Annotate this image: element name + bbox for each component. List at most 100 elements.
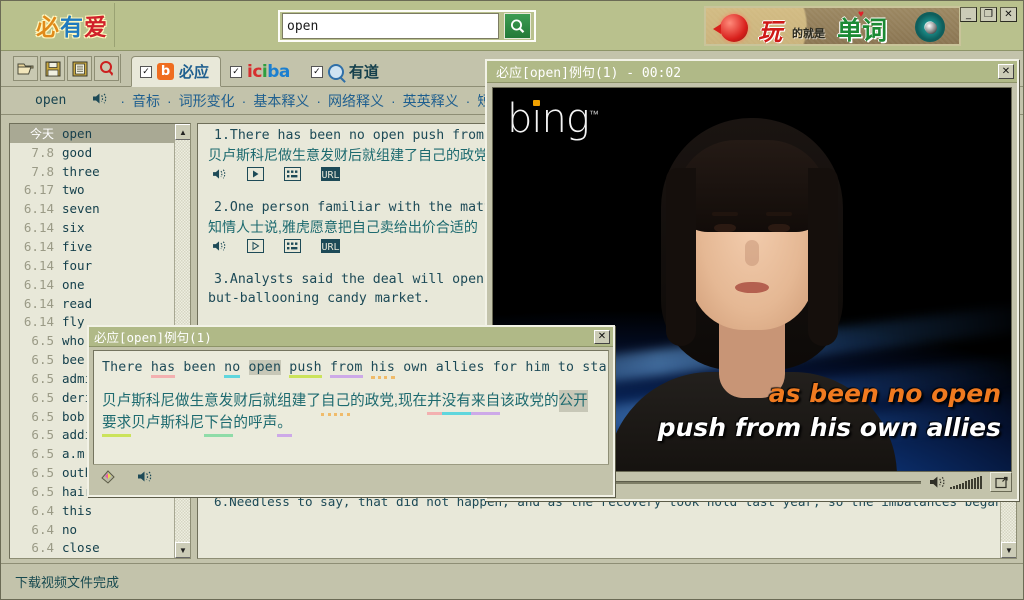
close-button[interactable]: ✕ <box>1000 7 1017 22</box>
minimize-button[interactable]: _ <box>960 7 977 22</box>
url-icon[interactable]: URL <box>321 166 340 186</box>
tab-bing[interactable]: ✓ b 必应 <box>131 56 222 87</box>
popup-token[interactable]: has <box>150 360 176 378</box>
history-list-item[interactable]: 6.4 this <box>10 501 176 520</box>
paint-icon[interactable] <box>99 467 119 490</box>
popup-token[interactable]: own <box>403 360 427 375</box>
popup-token[interactable]: 。 <box>277 412 292 437</box>
history-list-item[interactable]: 6.4 close <box>10 539 176 558</box>
fullscreen-button[interactable] <box>990 472 1012 492</box>
tab-iciba-checkbox[interactable]: ✓ <box>230 65 243 78</box>
keyboard-icon[interactable] <box>284 166 301 186</box>
popup-close-button[interactable]: ✕ <box>594 329 610 344</box>
popup-token[interactable]: him <box>525 360 549 375</box>
popup-token[interactable]: 的政党,现在 <box>350 390 427 412</box>
history-list-item[interactable]: 今天 open <box>10 124 176 143</box>
application-window: 必有爱 玩 的就是 ♥ 单词 _ ❐ <box>0 0 1024 600</box>
popup-token[interactable]: There <box>102 360 143 375</box>
volume-control[interactable] <box>929 475 982 489</box>
presenter-eye-right <box>768 224 790 232</box>
nav-link-basic-meaning[interactable]: 基本释义 <box>252 91 310 111</box>
nav-link-web-meaning[interactable]: 网络释义 <box>327 91 385 111</box>
popup-token[interactable]: no <box>224 360 241 378</box>
popup-token[interactable]: 贝卢斯科尼 <box>131 412 204 434</box>
speaker-icon <box>93 93 107 103</box>
banner-text-middle: 的就是 <box>792 28 825 40</box>
search-input[interactable] <box>282 13 499 39</box>
popup-token[interactable]: 下台 <box>204 412 234 437</box>
sentence-popup-dialog: 必应[open]例句(1) ✕ There has been no open p… <box>87 325 615 497</box>
history-list-item[interactable]: 6.4 no <box>10 520 176 539</box>
sidebar-scroll-up-button[interactable]: ▲ <box>175 124 190 140</box>
popup-token[interactable]: 的呼声 <box>233 412 277 434</box>
popup-token[interactable]: open <box>248 360 282 375</box>
popup-token[interactable]: stand <box>582 360 608 375</box>
play-icon[interactable] <box>247 166 264 186</box>
popup-token[interactable]: his <box>370 360 396 379</box>
tab-youdao[interactable]: ✓ 有道 <box>302 56 391 87</box>
tab-bing-checkbox[interactable]: ✓ <box>140 65 152 78</box>
tab-youdao-checkbox[interactable]: ✓ <box>310 65 323 78</box>
popup-token[interactable]: 并 <box>427 390 442 415</box>
history-item-word: close <box>62 540 100 556</box>
svg-text:URL: URL <box>321 242 339 253</box>
save-copy-button[interactable] <box>67 56 92 81</box>
history-list-item[interactable]: 7.8 good <box>10 143 176 162</box>
toolbar-buttons <box>13 56 119 81</box>
maximize-button[interactable]: ❐ <box>980 7 997 22</box>
history-list-item[interactable]: 6.4yes <box>10 557 176 558</box>
promo-banner: 玩 的就是 ♥ 单词 <box>704 6 961 46</box>
history-list-item[interactable]: 6.14 four <box>10 256 176 275</box>
history-item-date: 6.14 <box>23 295 54 311</box>
popup-token[interactable]: 贝卢斯科尼做生意发财后就组建了 <box>102 390 321 412</box>
history-list-item[interactable]: 6.14 six <box>10 218 176 237</box>
history-list-item[interactable]: 6.14 seven <box>10 199 176 218</box>
history-item-date: 6.14 <box>23 220 54 236</box>
youdao-icon <box>327 63 344 80</box>
history-item-date: 6.5 <box>31 408 54 424</box>
history-list-item[interactable]: 6.14 one <box>10 275 176 294</box>
video-close-button[interactable]: ✕ <box>998 64 1014 79</box>
popup-token[interactable]: 该政党的 <box>500 390 558 412</box>
volume-level-bars[interactable] <box>950 475 982 489</box>
speaker-icon[interactable] <box>212 239 227 257</box>
popup-token[interactable]: 公开 <box>558 390 588 412</box>
history-item-date: 6.14 <box>23 314 54 330</box>
history-list-item[interactable]: 6.14 read <box>10 294 176 313</box>
popup-token[interactable]: to <box>558 360 574 375</box>
popup-token[interactable]: 来自 <box>470 390 501 415</box>
popup-token[interactable]: from <box>329 360 363 378</box>
history-list-item[interactable]: 6.14 five <box>10 237 176 256</box>
popup-title-bar[interactable]: 必应[open]例句(1) ✕ <box>89 327 613 347</box>
nav-link-inflection[interactable]: 词形变化 <box>178 91 236 111</box>
history-list-item[interactable]: 7.8 three <box>10 162 176 181</box>
sidebar-scroll-down-button[interactable]: ▼ <box>175 542 190 558</box>
open-file-button[interactable] <box>13 56 38 81</box>
popup-token[interactable]: allies <box>436 360 485 375</box>
popup-token[interactable]: 没有 <box>441 390 472 415</box>
popup-english-sentence: There has been no open push from his own… <box>102 360 608 379</box>
popup-token[interactable]: push <box>289 360 322 378</box>
search-button[interactable] <box>504 13 531 39</box>
nav-link-en-en-meaning[interactable]: 英英释义 <box>402 91 460 111</box>
speaker-icon[interactable] <box>137 470 153 488</box>
content-scroll-down-button[interactable]: ▼ <box>1001 542 1016 558</box>
popup-token[interactable]: 要求 <box>102 412 132 437</box>
keyboard-icon[interactable] <box>284 238 301 258</box>
save-file-button[interactable] <box>40 56 65 81</box>
popup-token[interactable]: been <box>183 360 216 375</box>
popup-token[interactable]: for <box>493 360 517 375</box>
presenter-hair-left <box>666 168 696 346</box>
history-item-date: 6.5 <box>31 446 54 462</box>
query-button[interactable] <box>94 56 119 81</box>
eye-icon <box>915 12 945 42</box>
nav-link-phonetic[interactable]: 音标 <box>131 91 161 111</box>
video-title-bar[interactable]: 必应[open]例句(1) - 00:02 ✕ <box>487 61 1017 83</box>
speaker-icon[interactable] <box>212 167 227 185</box>
nav-speaker-button[interactable] <box>92 92 108 110</box>
history-list-item[interactable]: 6.17 two <box>10 181 176 200</box>
popup-token[interactable]: 自己 <box>320 390 351 416</box>
tab-iciba[interactable]: ✓ iciba <box>221 56 302 87</box>
play-icon[interactable] <box>247 238 264 258</box>
url-icon[interactable]: URL <box>321 238 340 258</box>
